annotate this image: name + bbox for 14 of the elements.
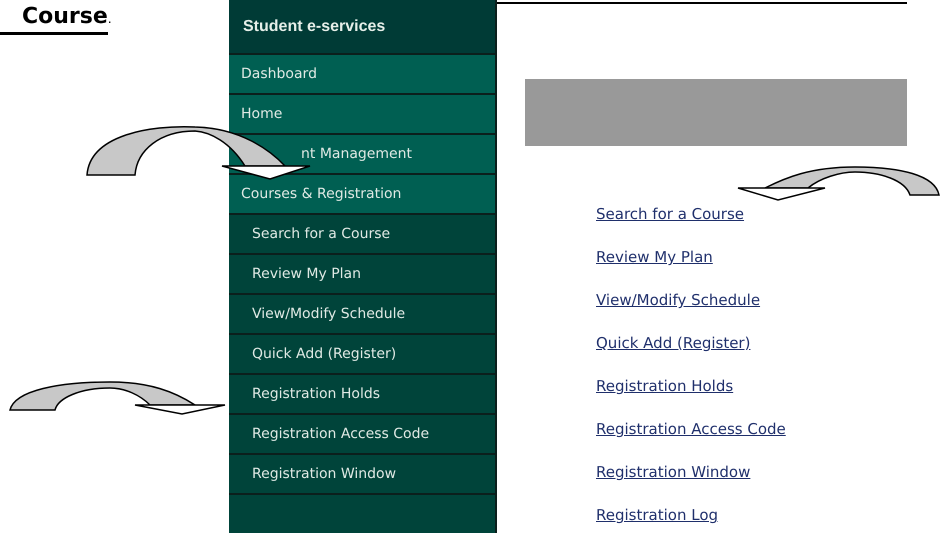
menu-link[interactable]: Registration Log xyxy=(596,503,718,527)
menu-link[interactable]: Registration Window xyxy=(596,460,750,484)
sidebar-item[interactable]: Home xyxy=(229,95,495,135)
menu-link[interactable]: Quick Add (Register) xyxy=(596,331,750,355)
menu-link[interactable]: Registration Access Code xyxy=(596,417,786,441)
page-heading: Course xyxy=(0,2,108,35)
menu-link[interactable]: Review My Plan xyxy=(596,245,713,269)
menu-link[interactable]: Search for a Course xyxy=(596,202,744,226)
heading-period: . xyxy=(108,9,112,28)
sidebar-title: Student e-services xyxy=(229,0,495,55)
sidebar-item[interactable]: Dashboard xyxy=(229,55,495,95)
sidebar-item[interactable]: Courses & Registration xyxy=(229,175,495,215)
menu-link[interactable]: View/Modify Schedule xyxy=(596,288,760,312)
menu-link[interactable]: Registration Holds xyxy=(596,374,734,398)
